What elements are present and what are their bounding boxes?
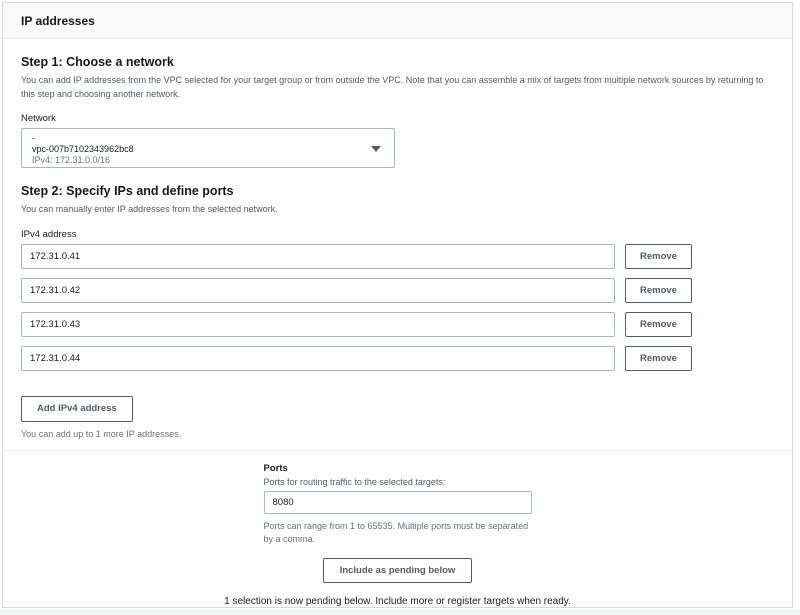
ports-input[interactable] bbox=[264, 491, 532, 514]
include-as-pending-button[interactable]: Include as pending below bbox=[323, 558, 473, 583]
remove-button-3[interactable]: Remove bbox=[625, 312, 692, 337]
panel-title: IP addresses bbox=[21, 14, 774, 28]
ports-hint: Ports can range from 1 to 65535. Multipl… bbox=[264, 520, 532, 545]
add-ipv4-hint: You can add up to 1 more IP addresses. bbox=[21, 428, 774, 441]
step2-description: You can manually enter IP addresses from… bbox=[21, 203, 774, 217]
panel-header: IP addresses bbox=[3, 3, 792, 39]
remove-button-4[interactable]: Remove bbox=[625, 346, 692, 371]
ipv4-input-1[interactable] bbox=[21, 244, 615, 269]
network-select[interactable]: - vpc-007b7102343962bc8 IPv4: 172.31.0.0… bbox=[21, 128, 395, 168]
step1-description: You can add IP addresses from the VPC se… bbox=[21, 74, 774, 101]
page-background-strip bbox=[0, 609, 800, 615]
ports-description: Ports for routing traffic to the selecte… bbox=[264, 477, 532, 487]
ipv4-address-label: IPv4 address bbox=[21, 229, 774, 240]
ip-row: Remove bbox=[21, 312, 774, 337]
remove-button-1[interactable]: Remove bbox=[625, 244, 692, 269]
ip-row: Remove bbox=[21, 346, 774, 371]
remove-button-2[interactable]: Remove bbox=[625, 278, 692, 303]
network-cidr: IPv4: 172.31.0.0/16 bbox=[32, 155, 368, 166]
pending-status-text: 1 selection is now pending below. Includ… bbox=[21, 596, 774, 607]
panel-content: Step 1: Choose a network You can add IP … bbox=[3, 39, 792, 607]
ports-section: Ports Ports for routing traffic to the s… bbox=[264, 463, 532, 545]
ipv4-input-2[interactable] bbox=[21, 278, 615, 303]
section-divider bbox=[3, 450, 792, 451]
add-ipv4-address-button[interactable]: Add IPv4 address bbox=[21, 396, 133, 422]
ip-addresses-panel: IP addresses Step 1: Choose a network Yo… bbox=[2, 2, 793, 608]
network-vpc-id: vpc-007b7102343962bc8 bbox=[32, 144, 368, 155]
caret-down-icon bbox=[371, 146, 381, 152]
network-selected-value: - bbox=[32, 133, 368, 144]
network-label: Network bbox=[21, 113, 774, 124]
ipv4-input-4[interactable] bbox=[21, 346, 615, 371]
ports-label: Ports bbox=[264, 463, 532, 474]
step2-heading: Step 2: Specify IPs and define ports bbox=[21, 184, 774, 198]
ip-row: Remove bbox=[21, 244, 774, 269]
ip-row: Remove bbox=[21, 278, 774, 303]
step1-heading: Step 1: Choose a network bbox=[21, 55, 774, 69]
ipv4-input-3[interactable] bbox=[21, 312, 615, 337]
